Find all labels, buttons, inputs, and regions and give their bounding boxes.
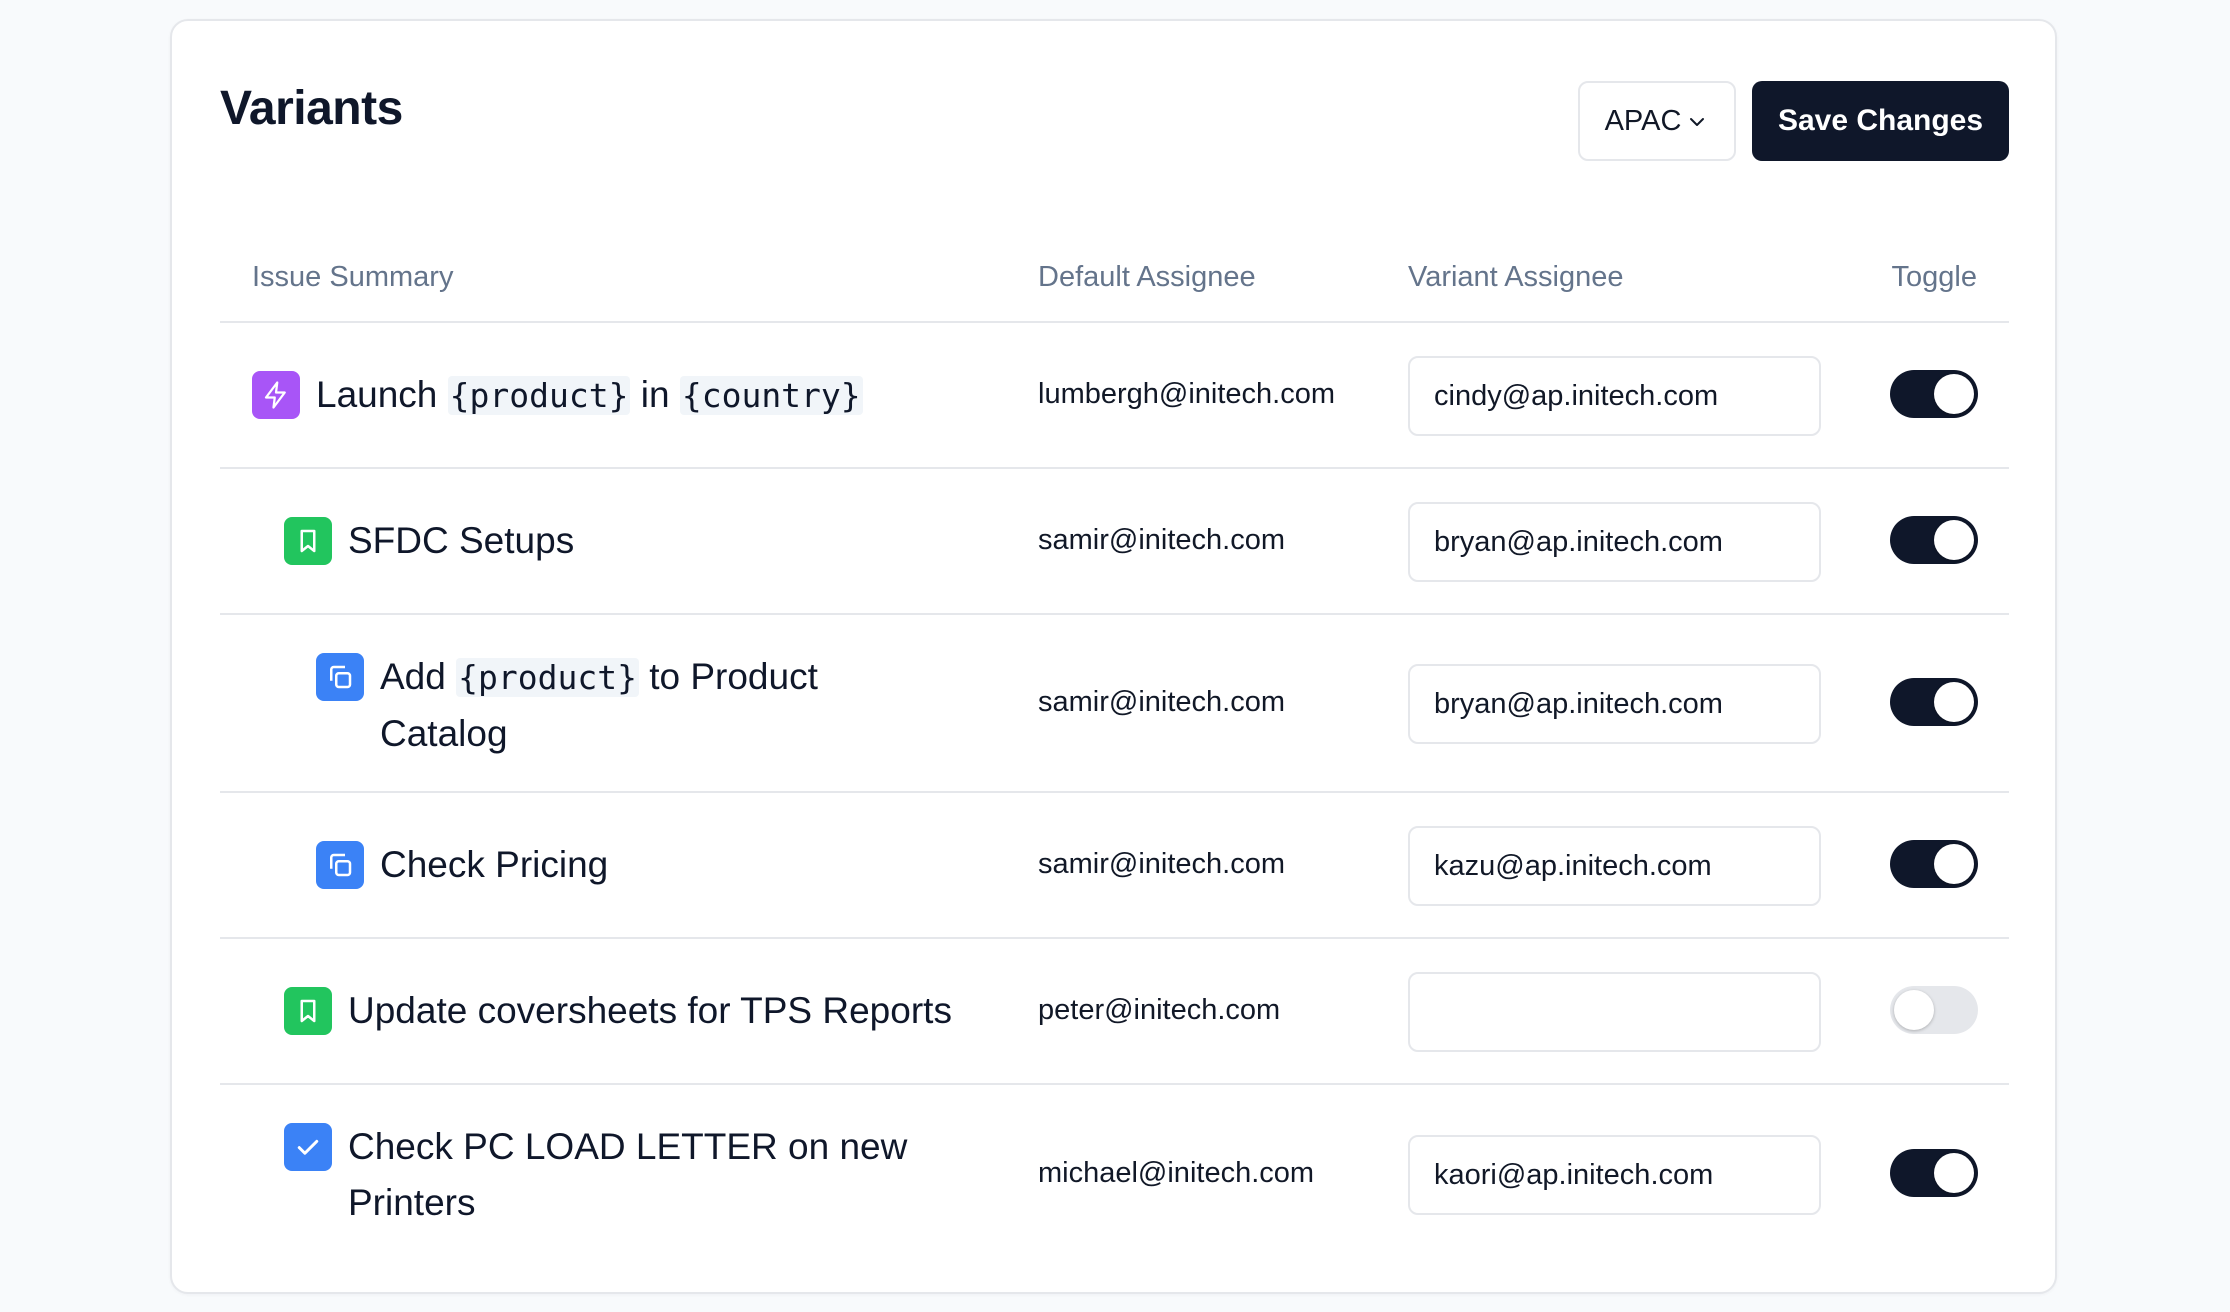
save-changes-button[interactable]: Save Changes bbox=[1752, 81, 2009, 161]
page-title: Variants bbox=[220, 82, 403, 135]
table-row: Check Pricing samir@initech.com bbox=[220, 793, 2009, 939]
variant-toggle[interactable] bbox=[1890, 986, 1978, 1034]
template-variable: {product} bbox=[456, 658, 639, 697]
toggle-knob bbox=[1934, 1153, 1974, 1193]
variants-card: Variants APAC Save Changes Issue Summary… bbox=[170, 19, 2057, 1294]
variant-assignee-input[interactable] bbox=[1408, 664, 1821, 744]
copy-icon bbox=[316, 841, 364, 889]
default-assignee: peter@initech.com bbox=[1038, 994, 1281, 1026]
summary-fragment: Update coversheets for TPS Reports bbox=[348, 990, 952, 1031]
issue-summary: Check Pricing bbox=[316, 793, 1080, 937]
variant-assignee-input[interactable] bbox=[1408, 356, 1821, 436]
column-header-variant-assignee: Variant Assignee bbox=[1408, 261, 1624, 293]
summary-fragment: Check Pricing bbox=[380, 844, 609, 885]
region-select[interactable]: APAC bbox=[1578, 81, 1736, 161]
variant-assignee-input[interactable] bbox=[1408, 972, 1821, 1052]
checkbox-icon bbox=[284, 1123, 332, 1171]
toggle-knob bbox=[1934, 520, 1974, 560]
toggle-knob bbox=[1934, 682, 1974, 722]
column-header-default-assignee: Default Assignee bbox=[1038, 261, 1256, 293]
issue-summary-text: Launch {product} in {country} bbox=[316, 367, 1016, 424]
issue-summary-text: Update coversheets for TPS Reports bbox=[348, 983, 1068, 1039]
issue-summary: Launch {product} in {country} bbox=[252, 323, 1016, 467]
copy-icon bbox=[316, 653, 364, 701]
default-assignee: samir@initech.com bbox=[1038, 524, 1285, 556]
lightning-icon bbox=[252, 371, 300, 419]
summary-fragment: Launch bbox=[316, 374, 448, 415]
variant-toggle[interactable] bbox=[1890, 840, 1978, 888]
table-row: SFDC Setups samir@initech.com bbox=[220, 469, 2009, 615]
summary-fragment: Check PC LOAD LETTER on new Printers bbox=[348, 1126, 908, 1223]
table-row: Add {product} to Product Catalog samir@in… bbox=[220, 615, 2009, 793]
variant-toggle[interactable] bbox=[1890, 370, 1978, 418]
toggle-knob bbox=[1894, 990, 1934, 1030]
default-assignee: michael@initech.com bbox=[1038, 1157, 1315, 1189]
issue-summary: SFDC Setups bbox=[284, 469, 1048, 613]
default-assignee: samir@initech.com bbox=[1038, 848, 1285, 880]
issue-summary-text: SFDC Setups bbox=[348, 513, 1048, 569]
issue-summary-text: Check PC LOAD LETTER on new Printers bbox=[348, 1119, 948, 1231]
template-variable: {product} bbox=[447, 376, 631, 415]
variant-assignee-input[interactable] bbox=[1408, 1135, 1821, 1215]
variant-toggle[interactable] bbox=[1890, 678, 1978, 726]
variants-table: Issue Summary Default Assignee Variant A… bbox=[220, 231, 2009, 1265]
issue-summary: Add {product} to Product Catalog bbox=[316, 615, 900, 791]
issue-summary-text: Add {product} to Product Catalog bbox=[380, 649, 900, 762]
issue-summary: Update coversheets for TPS Reports bbox=[284, 939, 1068, 1083]
table-row: Launch {product} in {country} lumbergh@in… bbox=[220, 323, 2009, 469]
template-variable: {country} bbox=[679, 376, 863, 415]
toggle-knob bbox=[1934, 844, 1974, 884]
default-assignee: samir@initech.com bbox=[1038, 686, 1285, 718]
issue-summary: Check PC LOAD LETTER on new Printers bbox=[284, 1085, 948, 1265]
table-header: Issue Summary Default Assignee Variant A… bbox=[220, 231, 2009, 323]
summary-fragment: Add bbox=[380, 656, 457, 697]
variant-assignee-input[interactable] bbox=[1408, 502, 1821, 582]
issue-summary-text: Check Pricing bbox=[380, 837, 1080, 893]
variant-toggle[interactable] bbox=[1890, 516, 1978, 564]
column-header-toggle: Toggle bbox=[1891, 261, 1977, 293]
region-select-value: APAC bbox=[1604, 104, 1682, 137]
column-header-issue-summary: Issue Summary bbox=[252, 261, 454, 293]
toggle-knob bbox=[1934, 374, 1974, 414]
table-body: Launch {product} in {country} lumbergh@in… bbox=[220, 323, 2009, 1265]
table-row: Update coversheets for TPS Reports peter@… bbox=[220, 939, 2009, 1085]
default-assignee: lumbergh@initech.com bbox=[1038, 378, 1336, 410]
bookmark-icon bbox=[284, 517, 332, 565]
summary-fragment: in bbox=[630, 374, 680, 415]
bookmark-icon bbox=[284, 987, 332, 1035]
variant-toggle[interactable] bbox=[1890, 1149, 1978, 1197]
table-row: Check PC LOAD LETTER on new Printers mich… bbox=[220, 1085, 2009, 1265]
variant-assignee-input[interactable] bbox=[1408, 826, 1821, 906]
chevron-down-icon bbox=[1690, 118, 1705, 126]
summary-fragment: SFDC Setups bbox=[348, 520, 575, 561]
